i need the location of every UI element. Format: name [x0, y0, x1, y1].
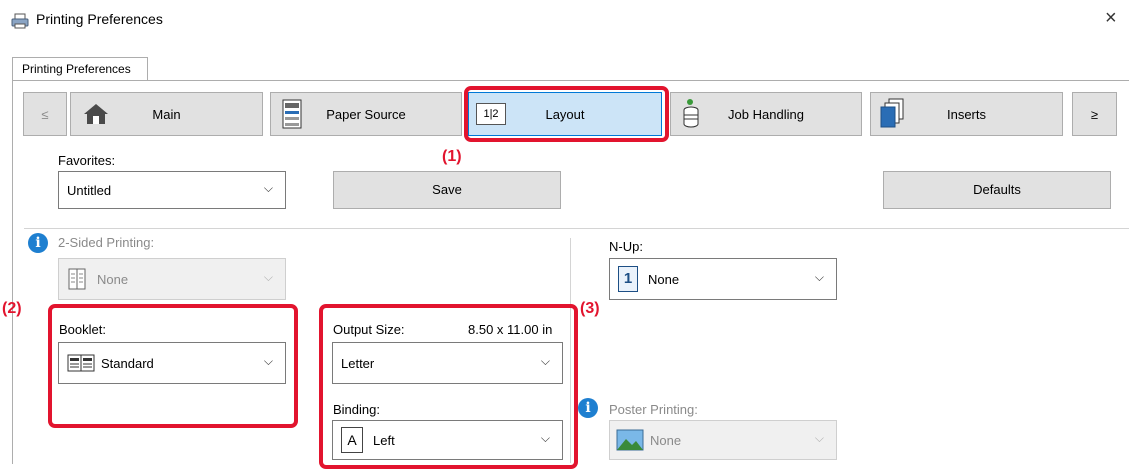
output-size-dimensions: 8.50 x 11.00 in: [468, 322, 553, 337]
tab-printing-preferences[interactable]: Printing Preferences: [12, 57, 148, 81]
section-divider: [24, 228, 1129, 229]
info-icon: i: [578, 398, 598, 418]
defaults-button[interactable]: Defaults: [883, 171, 1111, 209]
highlight-layout-tab: [464, 86, 669, 142]
callout-2: (2): [2, 300, 22, 317]
poster-select[interactable]: None ⌵: [609, 420, 837, 460]
tab-job-handling-label: Job Handling: [728, 107, 804, 122]
printer-icon: [11, 13, 29, 29]
favorites-value: Untitled: [67, 183, 112, 198]
booklet-icon: [67, 354, 95, 372]
poster-value: None: [650, 433, 682, 448]
tab-inserts-label: Inserts: [946, 107, 986, 122]
favorites-label: Favorites:: [58, 153, 116, 168]
favorites-select[interactable]: Untitled ⌵: [58, 171, 286, 209]
binding-left-icon: A: [341, 427, 363, 453]
poster-label: Poster Printing:: [609, 402, 698, 417]
two-sided-label: 2-Sided Printing:: [58, 235, 155, 250]
nup-value: None: [648, 272, 680, 287]
chevron-down-icon: ⌵: [814, 431, 824, 445]
tab-job-handling[interactable]: Job Handling: [670, 92, 862, 136]
chevron-down-icon: ⌵: [814, 270, 824, 284]
binding-select[interactable]: A Left ⌵: [332, 420, 563, 460]
nav-next-glyph: ≥: [1090, 107, 1099, 122]
nup-label: N-Up:: [609, 239, 643, 254]
title-bar: Printing Preferences ×: [0, 0, 1129, 40]
nav-prev-glyph: ≤: [41, 107, 49, 122]
tab-paper-source[interactable]: Paper Source: [270, 92, 462, 136]
nav-prev-button[interactable]: ≤: [23, 92, 67, 136]
callout-1: (1): [442, 148, 462, 165]
booklet-label: Booklet:: [59, 322, 106, 337]
chevron-down-icon: ⌵: [263, 270, 273, 284]
output-size-label: Output Size:: [333, 322, 405, 337]
chevron-down-icon: ⌵: [263, 354, 273, 368]
chevron-down-icon: ⌵: [540, 431, 550, 445]
output-size-value: Letter: [341, 356, 375, 371]
output-size-select[interactable]: Letter ⌵: [332, 342, 563, 384]
save-button[interactable]: Save: [333, 171, 561, 209]
tab-paper-source-label: Paper Source: [326, 107, 406, 122]
two-sided-value: None: [97, 272, 129, 287]
duplex-icon: [68, 268, 86, 290]
tab-main-label: Main: [152, 107, 181, 122]
nup-one-icon: 1: [618, 266, 638, 292]
nup-select[interactable]: 1 None ⌵: [609, 258, 837, 300]
booklet-value: Standard: [101, 356, 154, 371]
info-icon: i: [28, 233, 48, 253]
poster-icon: [616, 429, 644, 451]
nav-next-button[interactable]: ≥: [1072, 92, 1117, 136]
two-sided-select[interactable]: None ⌵: [58, 258, 286, 300]
booklet-select[interactable]: Standard ⌵: [58, 342, 286, 384]
tab-inserts[interactable]: Inserts: [870, 92, 1063, 136]
binding-label: Binding:: [333, 402, 380, 417]
window-title: Printing Preferences: [36, 11, 163, 27]
binding-value: Left: [373, 433, 395, 448]
callout-3: (3): [580, 300, 600, 317]
chevron-down-icon: ⌵: [263, 181, 273, 195]
tab-main[interactable]: Main: [70, 92, 263, 136]
close-button[interactable]: ×: [1105, 8, 1117, 28]
chevron-down-icon: ⌵: [540, 354, 550, 368]
